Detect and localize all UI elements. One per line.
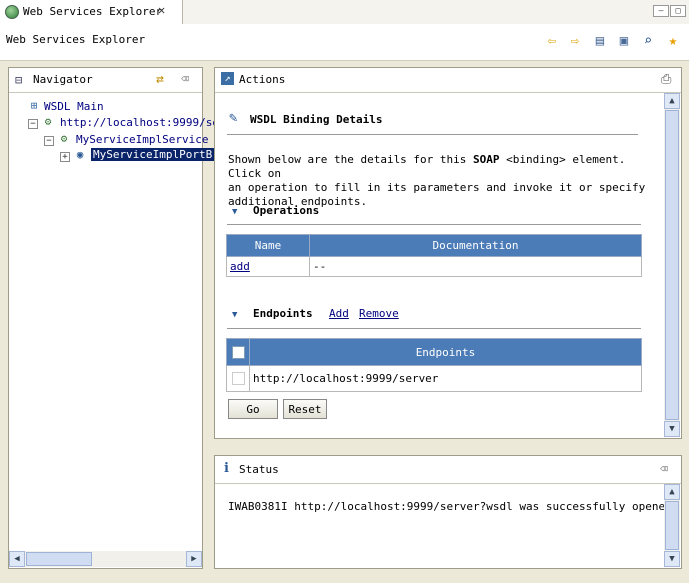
operation-documentation: -- <box>309 256 642 277</box>
binding-icon: ✎ <box>229 110 238 126</box>
collapse-icon[interactable]: − <box>44 136 54 146</box>
divider <box>227 224 641 225</box>
scroll-left-icon[interactable]: ◀ <box>9 551 25 567</box>
eraser-icon[interactable]: ⌫ <box>660 462 668 477</box>
scroll-right-icon[interactable]: ▶ <box>186 551 202 567</box>
scroll-down-icon[interactable]: ▼ <box>664 421 680 437</box>
close-icon[interactable]: ✕ <box>158 3 165 17</box>
print-icon[interactable]: ⎙ <box>661 72 671 87</box>
select-all-checkbox[interactable] <box>231 345 245 359</box>
add-endpoint-link[interactable]: Add <box>329 307 349 320</box>
operations-column-name: Name <box>226 234 310 257</box>
scrollbar-thumb[interactable] <box>26 552 92 566</box>
scroll-down-icon[interactable]: ▼ <box>664 551 680 567</box>
endpoint-url: http://localhost:9999/server <box>249 365 642 392</box>
status-title: Status <box>239 463 279 476</box>
expand-icon[interactable]: + <box>60 152 70 162</box>
navigator-header: ⊟ Navigator ⇄ ⌫ <box>9 68 202 93</box>
description-soap: SOAP <box>473 153 500 166</box>
navigator-title: Navigator <box>33 73 93 86</box>
actions-header: ↗ Actions ⎙ <box>215 68 681 93</box>
divider <box>227 134 638 135</box>
operations-column-documentation: Documentation <box>309 234 642 257</box>
endpoints-column: Endpoints <box>249 338 642 366</box>
maximize-icon[interactable]: □ <box>670 5 686 17</box>
service-icon: ⚙ <box>44 115 52 128</box>
operation-add-link[interactable]: add <box>230 260 250 273</box>
binding-details-heading: WSDL Binding Details <box>250 113 383 126</box>
minimize-icon[interactable]: – <box>653 5 669 17</box>
status-panel: i Status ⌫ IWAB0381I http://localhost:99… <box>214 455 682 569</box>
scrollbar-thumb[interactable] <box>665 501 679 550</box>
status-header: i Status ⌫ <box>215 456 681 484</box>
table-row: http://localhost:9999/server <box>226 365 642 392</box>
remove-endpoint-link[interactable]: Remove <box>359 307 399 320</box>
endpoints-table: Endpoints http://localhost:9999/server <box>226 338 642 392</box>
wsdl-icon: ⊞ <box>30 99 38 112</box>
back-arrow-icon[interactable]: ⇦ <box>544 33 560 49</box>
operations-table: Name Documentation add -- <box>226 234 642 277</box>
endpoints-toggle-icon[interactable]: ▼ <box>232 310 237 320</box>
navigator-panel: ⊟ Navigator ⇄ ⌫ ⊞ WSDL Main − ⚙ http://l… <box>8 67 219 569</box>
globe-icon <box>5 5 19 19</box>
status-v-scrollbar[interactable]: ▲ ▼ <box>664 484 680 567</box>
actions-icon: ↗ <box>221 72 234 85</box>
description: Shown below are the details for this SOA… <box>228 153 658 209</box>
scrollbar-thumb[interactable] <box>665 110 679 420</box>
favorites-icon[interactable]: ▣ <box>616 33 632 49</box>
editor-tab-bar: Web Services Explorer ✕ – □ <box>0 0 689 25</box>
page-title: Web Services Explorer <box>6 33 146 46</box>
search-icon[interactable]: ⌕ <box>640 33 656 49</box>
refresh-icon[interactable]: ⇄ <box>156 72 164 87</box>
scroll-up-icon[interactable]: ▲ <box>664 484 680 500</box>
divider <box>227 328 641 329</box>
collapse-icon[interactable]: − <box>28 119 38 129</box>
port-icon: ◉ <box>76 148 84 161</box>
actions-panel: ↗ Actions ⎙ ✎ WSDL Binding Details Shown… <box>214 67 682 439</box>
endpoint-checkbox[interactable] <box>231 372 245 386</box>
navigator-icon: ⊟ <box>15 73 23 87</box>
go-button[interactable]: Go <box>228 399 278 419</box>
service-icon: ⚙ <box>60 132 68 145</box>
scroll-up-icon[interactable]: ▲ <box>664 93 680 109</box>
eraser-icon[interactable]: ⌫ <box>181 72 189 87</box>
status-message: IWAB0381I http://localhost:9999/server?w… <box>228 500 679 513</box>
table-row: add -- <box>226 256 642 277</box>
description-line-2: an operation to fill in its parameters a… <box>228 181 646 194</box>
info-icon: i <box>224 461 229 476</box>
operations-toggle-icon[interactable]: ▼ <box>232 207 237 217</box>
editor-tab[interactable]: Web Services Explorer ✕ <box>0 0 183 24</box>
star-icon[interactable]: ★ <box>665 33 681 49</box>
reset-button[interactable]: Reset <box>283 399 327 419</box>
operations-title: Operations <box>253 204 320 217</box>
editor-tab-label: Web Services Explorer <box>23 5 163 18</box>
history-icon[interactable]: ▤ <box>592 33 608 49</box>
navigator-h-scrollbar[interactable]: ◀ ▶ <box>9 551 202 567</box>
actions-title: Actions <box>239 73 286 86</box>
description-part-1: Shown below are the details for this <box>228 153 467 166</box>
endpoints-title: Endpoints <box>253 307 313 320</box>
explorer-title-strip: Web Services Explorer ⇦ ⇨ ▤ ▣ ⌕ ★ <box>0 24 689 61</box>
actions-v-scrollbar[interactable]: ▲ ▼ <box>664 93 680 437</box>
forward-arrow-icon[interactable]: ⇨ <box>567 33 583 49</box>
